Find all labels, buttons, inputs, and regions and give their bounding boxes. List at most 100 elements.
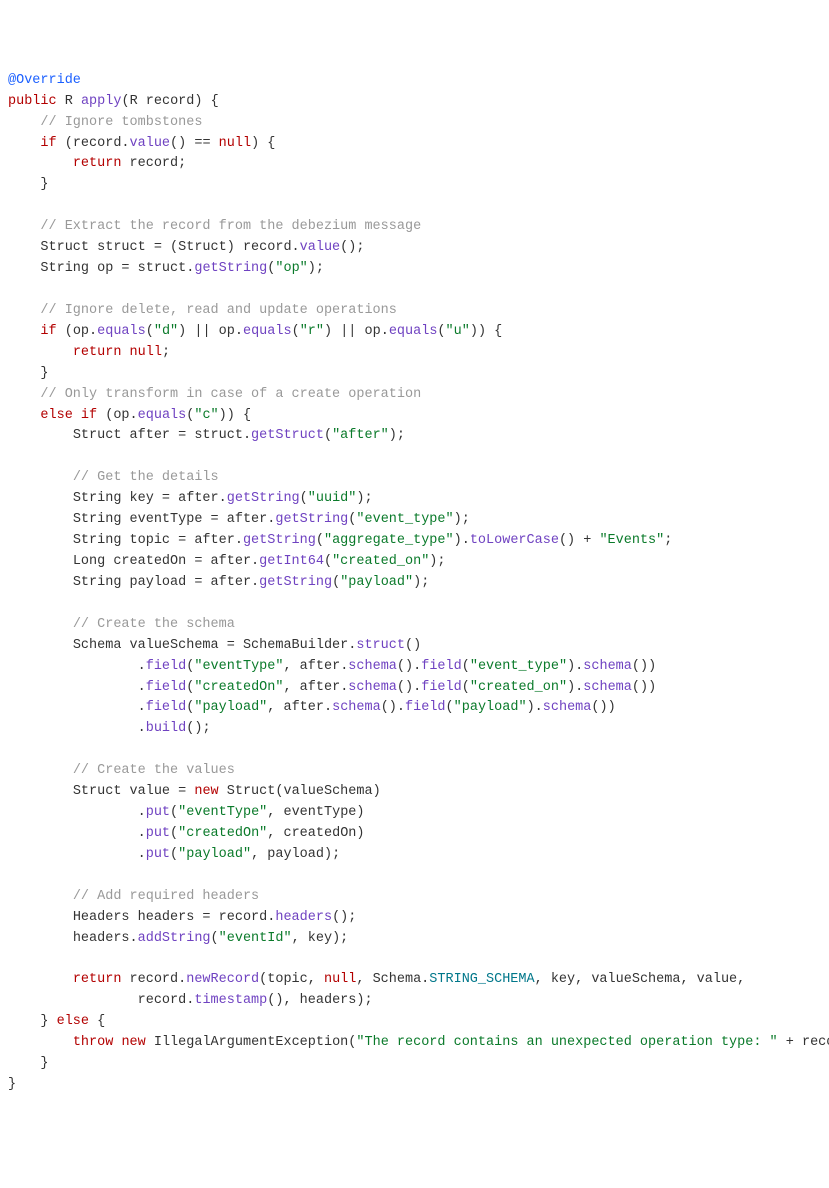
comment: // Ignore delete, read and update operat…	[40, 303, 396, 318]
method-call: getString	[259, 575, 332, 590]
string-lit: "uuid"	[308, 491, 357, 506]
method-call: getStruct	[251, 428, 324, 443]
type-r: R	[65, 94, 73, 109]
kw-null: null	[130, 345, 162, 360]
string-lit: "created_on"	[470, 680, 567, 695]
method-call: addString	[138, 931, 211, 946]
kw-return: return	[73, 345, 122, 360]
expr: Struct after = struct.	[73, 428, 251, 443]
string-lit: "payload"	[194, 700, 267, 715]
expr: );	[389, 428, 405, 443]
method-call: struct	[356, 638, 405, 653]
string-lit: "after"	[332, 428, 389, 443]
expr: (record.	[65, 136, 130, 151]
kw-return: return	[73, 972, 122, 987]
comment: // Create the values	[73, 763, 235, 778]
string-lit: "payload"	[454, 700, 527, 715]
string-lit: "eventType"	[178, 805, 267, 820]
string-lit: "event_type"	[356, 512, 453, 527]
string-lit: "payload"	[178, 847, 251, 862]
expr: , after.	[283, 680, 348, 695]
expr: , key);	[292, 931, 349, 946]
method-call: equals	[138, 408, 187, 423]
brace: }	[40, 366, 48, 381]
method-call: build	[146, 721, 187, 736]
comment: // Get the details	[73, 470, 219, 485]
method-apply: apply	[81, 94, 122, 109]
string-lit: "c"	[194, 408, 218, 423]
string-lit: "op"	[275, 261, 307, 276]
expr: ())	[591, 700, 615, 715]
expr: ) || op.	[178, 324, 243, 339]
expr: String eventType = after.	[73, 512, 276, 527]
expr: )) {	[470, 324, 502, 339]
expr: );	[429, 554, 445, 569]
expr: + record);	[778, 1035, 829, 1050]
const: STRING_SCHEMA	[429, 972, 534, 987]
expr: ();	[340, 240, 364, 255]
expr: String payload = after.	[73, 575, 259, 590]
expr: , payload);	[251, 847, 340, 862]
param-type: R	[130, 94, 138, 109]
expr: ().	[397, 659, 421, 674]
expr: ).	[454, 533, 470, 548]
kw-new: new	[121, 1035, 145, 1050]
kw-throw: throw	[73, 1035, 114, 1050]
method-call: schema	[348, 659, 397, 674]
kw-if: if	[81, 408, 97, 423]
expr: , after.	[283, 659, 348, 674]
kw-else: else	[57, 1014, 89, 1029]
method-call: value	[300, 240, 341, 255]
kw-if: if	[40, 324, 56, 339]
method-call: schema	[348, 680, 397, 695]
expr: Struct struct = (Struct) record.	[40, 240, 299, 255]
string-lit: "payload"	[340, 575, 413, 590]
expr: Headers headers = record.	[73, 910, 276, 925]
expr: , createdOn)	[267, 826, 364, 841]
method-call: equals	[389, 324, 438, 339]
method-call: getString	[227, 491, 300, 506]
comment: // Create the schema	[73, 617, 235, 632]
comment: // Add required headers	[73, 889, 259, 904]
expr: headers.	[73, 931, 138, 946]
string-lit: "event_type"	[470, 659, 567, 674]
expr: (), headers);	[267, 993, 372, 1008]
method-call: schema	[583, 659, 632, 674]
expr: );	[356, 491, 372, 506]
expr: ())	[632, 680, 656, 695]
method-call: getString	[243, 533, 316, 548]
brace: }	[40, 1056, 48, 1071]
expr: String topic = after.	[73, 533, 243, 548]
method-call: equals	[243, 324, 292, 339]
param-name: record	[146, 94, 195, 109]
expr: );	[413, 575, 429, 590]
expr: ())	[632, 659, 656, 674]
method-call: schema	[543, 700, 592, 715]
kw-public: public	[8, 94, 57, 109]
expr: Struct(valueSchema)	[219, 784, 381, 799]
expr: () ==	[170, 136, 219, 151]
code-block: @Override public R apply(R record) { // …	[8, 71, 821, 1096]
string-lit: "Events"	[599, 533, 664, 548]
method-call: field	[146, 680, 187, 695]
comment: // Extract the record from the debezium …	[40, 219, 421, 234]
expr: ().	[397, 680, 421, 695]
expr: ) || op.	[324, 324, 389, 339]
method-call: toLowerCase	[470, 533, 559, 548]
string-lit: "eventId"	[219, 931, 292, 946]
string-lit: "eventType"	[194, 659, 283, 674]
method-call: timestamp	[194, 993, 267, 1008]
expr: Schema valueSchema = SchemaBuilder.	[73, 638, 357, 653]
kw-new: new	[194, 784, 218, 799]
method-call: field	[421, 680, 462, 695]
expr: ().	[381, 700, 405, 715]
expr: record.	[138, 993, 195, 1008]
brace: }	[40, 177, 48, 192]
expr: () +	[559, 533, 600, 548]
string-lit: "aggregate_type"	[324, 533, 454, 548]
expr: , Schema.	[356, 972, 429, 987]
method-call: field	[421, 659, 462, 674]
expr: String key = after.	[73, 491, 227, 506]
expr: IllegalArgumentException(	[146, 1035, 357, 1050]
method-call: field	[146, 700, 187, 715]
